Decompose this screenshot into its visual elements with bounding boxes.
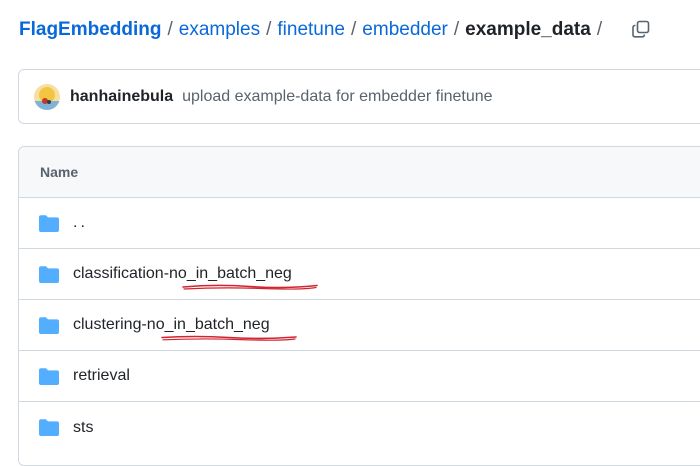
breadcrumb-current: example_data [465,19,591,40]
table-row-retrieval[interactable]: retrieval [19,351,700,402]
table-row-sts[interactable]: sts [19,402,700,453]
avatar[interactable] [34,83,60,110]
file-name-classification[interactable]: classification-no_in_batch_neg [73,265,292,283]
commit-author[interactable]: hanhainebula [70,88,173,106]
folder-icon [39,419,59,437]
folder-icon [39,367,59,385]
breadcrumb: FlagEmbedding / examples / finetune / em… [19,15,602,45]
breadcrumb-link-flagembedding[interactable]: FlagEmbedding [19,19,162,41]
breadcrumb-link-examples[interactable]: examples [179,19,260,41]
breadcrumb-separator: / [453,19,460,40]
table-row-classification[interactable]: classification-no_in_batch_neg [19,249,700,300]
copy-icon [632,20,650,38]
latest-commit-box: hanhainebula upload example-data for emb… [18,69,700,124]
table-header: Name [19,147,700,198]
breadcrumb-link-finetune[interactable]: finetune [277,19,345,41]
file-name-parent[interactable]: .. [73,214,88,232]
breadcrumb-link-embedder[interactable]: embedder [362,19,448,41]
breadcrumb-separator: / [266,19,272,40]
commit-message[interactable]: upload example-data for embedder finetun… [182,88,492,106]
copy-path-button[interactable] [629,17,653,41]
column-header-name: Name [40,164,79,180]
file-name-retrieval[interactable]: retrieval [73,367,130,385]
red-underline-annotation [161,335,297,341]
breadcrumb-separator: / [596,19,603,40]
red-underline-annotation [182,284,318,290]
table-row-clustering[interactable]: clustering-no_in_batch_neg [19,300,700,351]
breadcrumb-separator: / [167,19,173,40]
breadcrumb-separator: / [351,19,357,40]
table-row-parent-directory[interactable]: .. [19,198,700,249]
file-table: Name .. classification-no_in_batch_neg c… [18,146,700,466]
folder-icon [39,316,59,334]
folder-icon [39,214,59,232]
folder-icon [39,265,59,283]
file-name-clustering[interactable]: clustering-no_in_batch_neg [73,316,270,334]
file-name-sts[interactable]: sts [73,419,93,437]
